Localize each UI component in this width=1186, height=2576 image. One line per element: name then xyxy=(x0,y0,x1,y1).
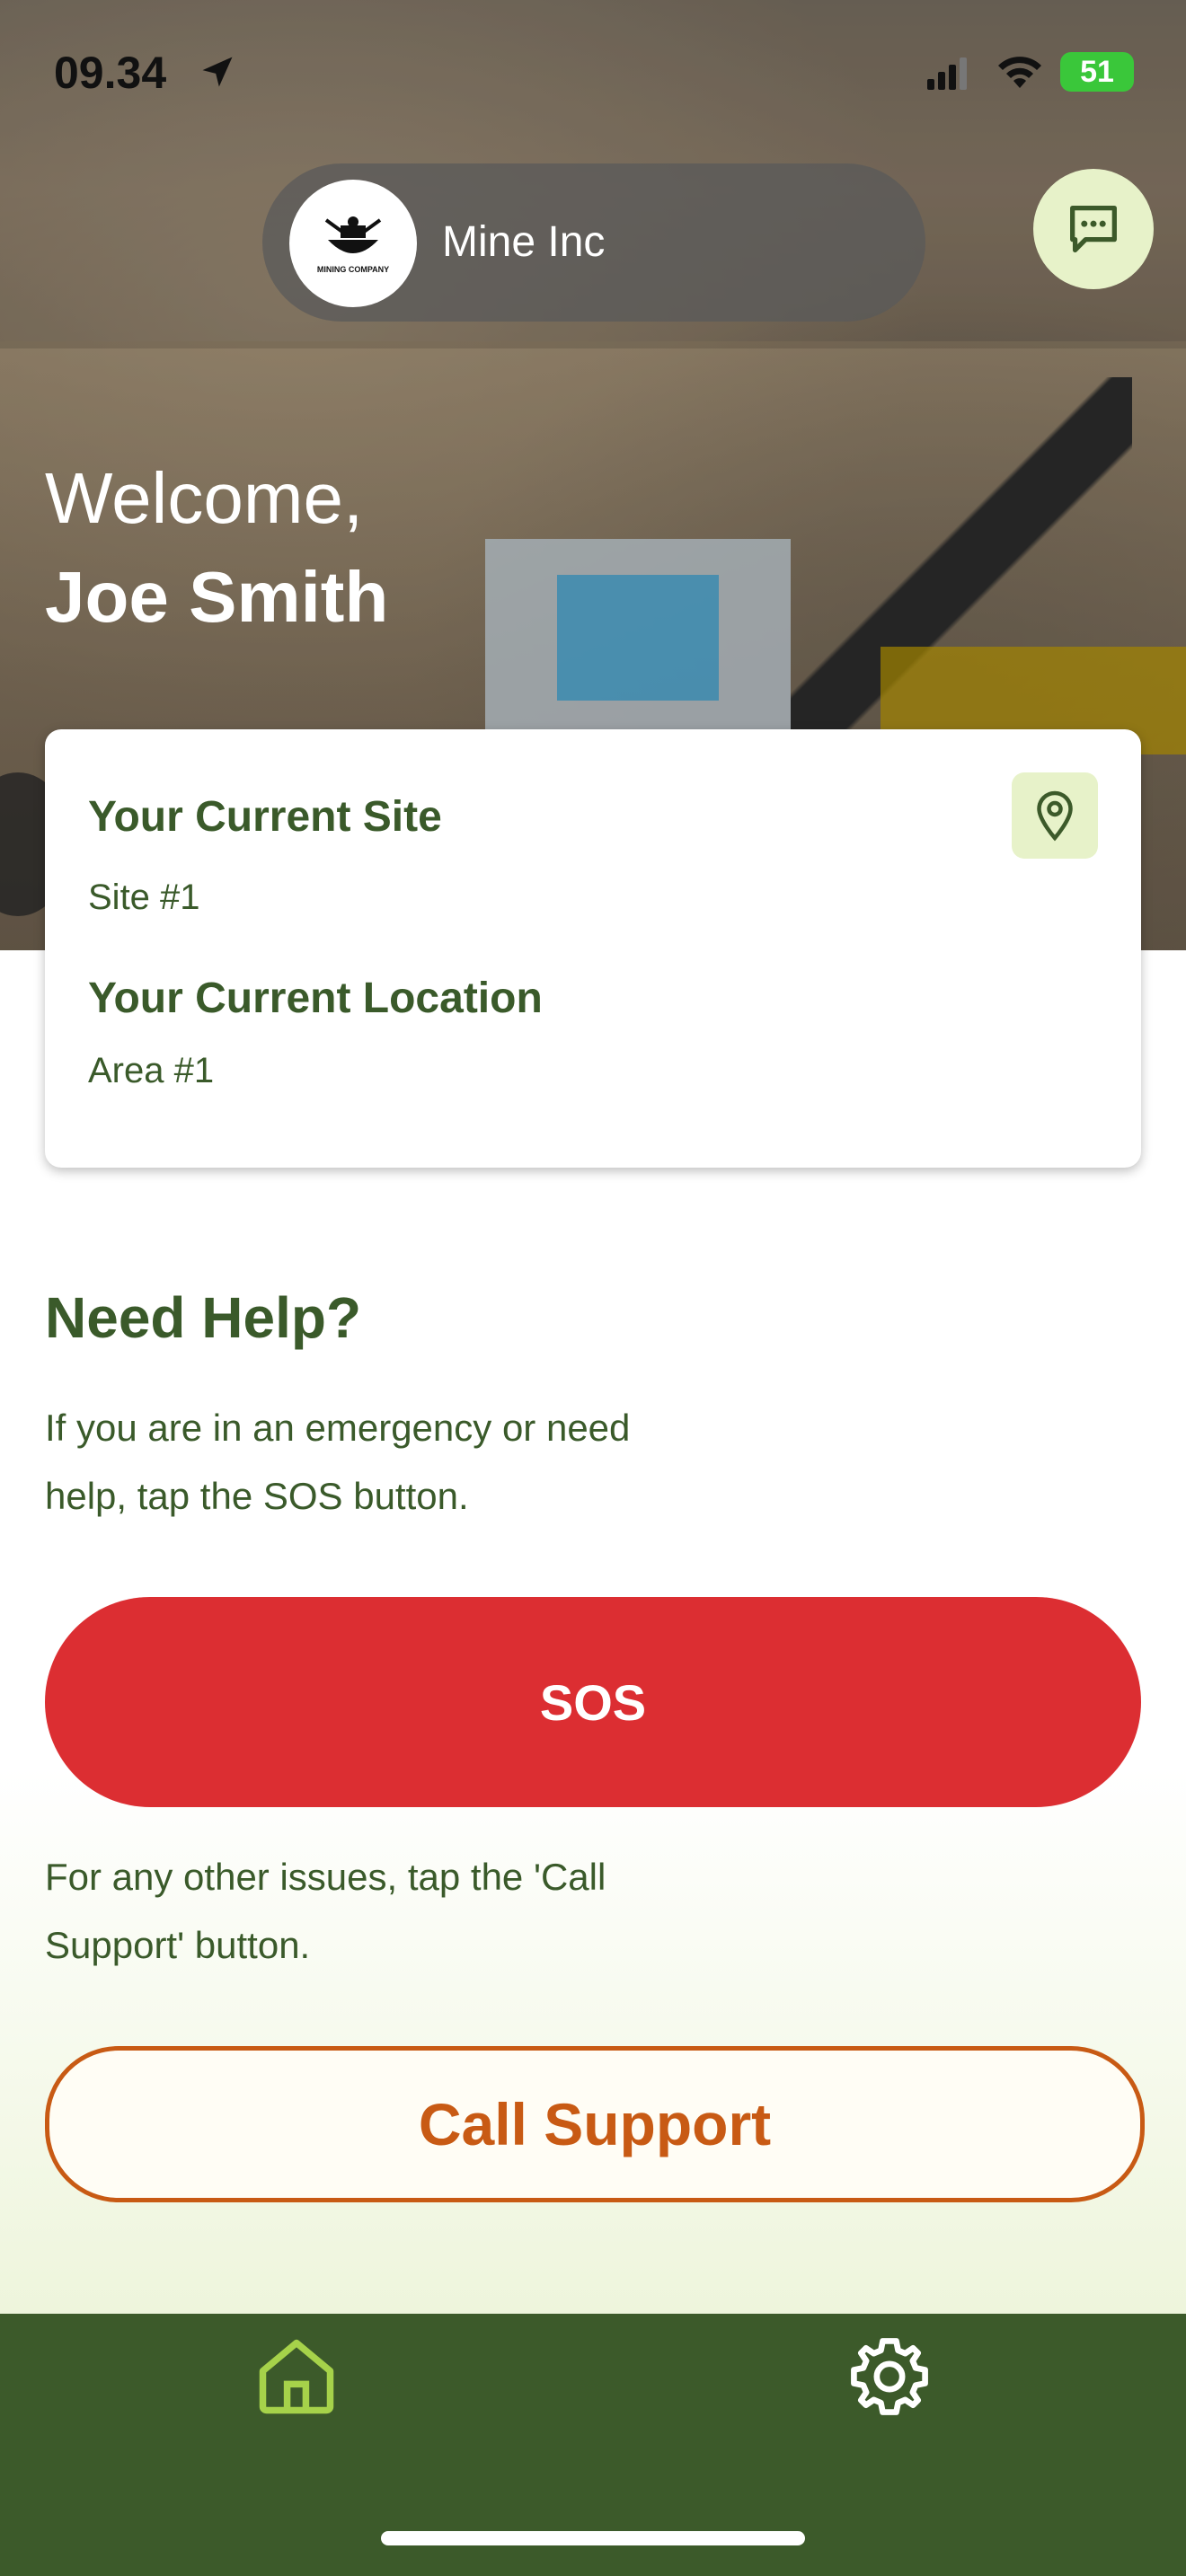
company-name: Mine Inc xyxy=(442,218,606,266)
cell-signal-icon xyxy=(927,57,967,90)
battery-indicator: 51 xyxy=(1060,52,1134,92)
current-site-value: Site #1 xyxy=(88,878,200,917)
location-pin-button[interactable] xyxy=(1012,772,1098,859)
wifi-icon xyxy=(998,57,1041,88)
site-info-card: Your Current Site Site #1 Your Current L… xyxy=(45,729,1141,1168)
welcome-user-name: Joe Smith xyxy=(45,557,389,637)
gear-icon[interactable] xyxy=(845,2332,934,2422)
welcome-greeting: Welcome, xyxy=(45,458,364,538)
current-location-value: Area #1 xyxy=(88,1051,215,1090)
call-support-label: Call Support xyxy=(418,2091,772,2157)
help-instructions: If you are in an emergency or need help,… xyxy=(45,1407,631,1517)
location-pin-icon xyxy=(1037,790,1073,842)
home-indicator xyxy=(381,2531,805,2545)
battery-level: 51 xyxy=(1080,54,1114,89)
chat-button[interactable] xyxy=(1033,169,1154,289)
location-arrow-icon xyxy=(202,57,233,87)
sos-button[interactable]: SOS xyxy=(45,1597,1141,1807)
company-logo: MINING COMPANY xyxy=(289,180,417,307)
call-support-button[interactable]: Call Support xyxy=(45,2046,1145,2202)
sos-label: SOS xyxy=(539,1673,647,1731)
home-icon[interactable] xyxy=(252,2332,341,2422)
logo-text: MINING COMPANY xyxy=(316,265,390,274)
status-bar: 09.34 51 xyxy=(0,0,1186,144)
current-site-title: Your Current Site xyxy=(88,793,442,841)
mining-logo-icon xyxy=(324,216,382,253)
other-issues-instructions: For any other issues, tap the 'Call Supp… xyxy=(45,1856,606,1966)
welcome-heading: Welcome, Joe Smith xyxy=(45,449,388,647)
status-time: 09.34 xyxy=(54,48,167,98)
chat-bubble-icon xyxy=(1070,206,1117,252)
current-location-title: Your Current Location xyxy=(88,975,543,1022)
need-help-title: Need Help? xyxy=(45,1285,362,1350)
